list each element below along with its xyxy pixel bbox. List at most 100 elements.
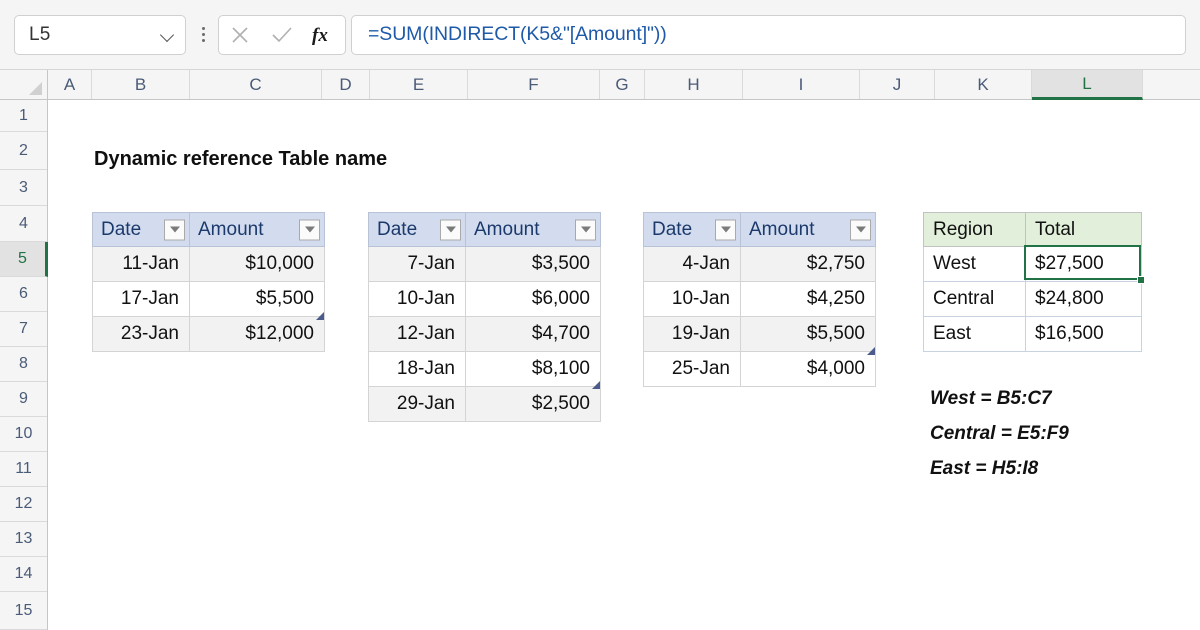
- cell-date[interactable]: 25-Jan: [643, 351, 741, 387]
- table-west-resize-handle[interactable]: [316, 312, 324, 320]
- row-header-3[interactable]: 3: [0, 170, 47, 206]
- cell-amount[interactable]: $2,750: [740, 246, 876, 282]
- column-header-I[interactable]: I: [743, 70, 860, 99]
- filter-dropdown-icon[interactable]: [299, 219, 320, 240]
- filter-dropdown-icon[interactable]: [164, 219, 185, 240]
- cell-date[interactable]: 4-Jan: [643, 246, 741, 282]
- column-header-H[interactable]: H: [645, 70, 743, 99]
- cell-date[interactable]: 12-Jan: [368, 316, 466, 352]
- header-label: Date: [101, 218, 142, 240]
- header-label: Date: [652, 218, 693, 240]
- chevron-down-icon[interactable]: [161, 28, 175, 42]
- summary-row: Central $24,800: [923, 281, 1142, 317]
- cell-amount[interactable]: $8,100: [465, 351, 601, 387]
- header-label: Amount: [749, 218, 815, 240]
- cell-date[interactable]: 10-Jan: [368, 281, 466, 317]
- kebab-menu-icon[interactable]: [192, 15, 214, 55]
- row-header-10[interactable]: 10: [0, 417, 47, 452]
- kebab-dot: [201, 33, 205, 36]
- cell-amount[interactable]: $6,000: [465, 281, 601, 317]
- column-header-J[interactable]: J: [860, 70, 935, 99]
- summary-row: East $16,500: [923, 316, 1142, 352]
- column-header-K[interactable]: K: [935, 70, 1032, 99]
- table-row: 11-Jan $10,000: [92, 246, 325, 282]
- insert-function-icon[interactable]: fx: [307, 18, 341, 52]
- cell-amount[interactable]: $4,250: [740, 281, 876, 317]
- cell-amount[interactable]: $5,500: [740, 316, 876, 352]
- filter-dropdown-icon[interactable]: [575, 219, 596, 240]
- table-east-resize-handle[interactable]: [867, 347, 875, 355]
- cell-date[interactable]: 11-Jan: [92, 246, 190, 282]
- column-header-D[interactable]: D: [322, 70, 370, 99]
- spreadsheet-grid: ABCDEFGHIJKL 1 2 3 4 5 6 7 8 9 10 11 12 13 14 15 Dynam…: [0, 70, 1200, 630]
- cell-amount[interactable]: $10,000: [189, 246, 325, 282]
- sheet-canvas: Dynamic reference Table name Date Amount…: [48, 100, 1200, 630]
- column-header-C[interactable]: C: [190, 70, 322, 99]
- cell-amount[interactable]: $5,500: [189, 281, 325, 317]
- summary-header-total: Total: [1025, 212, 1142, 247]
- cell-region[interactable]: Central: [923, 281, 1026, 317]
- cell-date[interactable]: 29-Jan: [368, 386, 466, 422]
- name-box[interactable]: L5: [14, 14, 186, 55]
- table-central-resize-handle[interactable]: [592, 381, 600, 389]
- note-line: Central = E5:F9: [930, 423, 1069, 444]
- row-header-1[interactable]: 1: [0, 100, 47, 132]
- formula-text: =SUM(INDIRECT(K5&"[Amount]")): [368, 23, 667, 45]
- table-east-body: 4-Jan $2,750 10-Jan $4,250 19-Jan $5,500 25-Ja…: [643, 246, 876, 387]
- table-central-header-date: Date: [368, 212, 466, 247]
- cell-total[interactable]: $24,800: [1025, 281, 1142, 317]
- cell-date[interactable]: 7-Jan: [368, 246, 466, 282]
- column-header-E[interactable]: E: [370, 70, 468, 99]
- cell-total[interactable]: $16,500: [1025, 316, 1142, 352]
- row-header-8[interactable]: 8: [0, 347, 47, 382]
- header-label: Amount: [474, 218, 540, 240]
- summary-table: Region Total West $27,500 Central $24,800 Ea…: [923, 212, 1142, 352]
- table-row: 25-Jan $4,000: [643, 351, 876, 387]
- close-icon[interactable]: [223, 18, 257, 52]
- column-header-B[interactable]: B: [92, 70, 190, 99]
- cell-amount[interactable]: $4,000: [740, 351, 876, 387]
- column-header-L[interactable]: L: [1032, 70, 1143, 100]
- filter-dropdown-icon[interactable]: [850, 219, 871, 240]
- summary-row: West $27,500: [923, 246, 1142, 282]
- row-header-2[interactable]: 2: [0, 132, 47, 170]
- cell-date[interactable]: 17-Jan: [92, 281, 190, 317]
- cell-date[interactable]: 10-Jan: [643, 281, 741, 317]
- cell-date[interactable]: 19-Jan: [643, 316, 741, 352]
- column-header-G[interactable]: G: [600, 70, 645, 99]
- cell-region[interactable]: East: [923, 316, 1026, 352]
- row-header-9[interactable]: 9: [0, 382, 47, 417]
- table-central: Date Amount 7-Jan $3,500 10-Jan $6,000 12-Ja…: [368, 212, 601, 422]
- fill-handle[interactable]: [1137, 276, 1145, 284]
- row-header-12[interactable]: 12: [0, 487, 47, 522]
- cell-amount[interactable]: $12,000: [189, 316, 325, 352]
- row-header-14[interactable]: 14: [0, 557, 47, 592]
- cell-region[interactable]: West: [923, 246, 1026, 282]
- check-icon[interactable]: [265, 18, 299, 52]
- cell-amount[interactable]: $2,500: [465, 386, 601, 422]
- row-header-4[interactable]: 4: [0, 206, 47, 242]
- cell-date[interactable]: 23-Jan: [92, 316, 190, 352]
- filter-dropdown-icon[interactable]: [715, 219, 736, 240]
- cell-date[interactable]: 18-Jan: [368, 351, 466, 387]
- kebab-dot: [201, 27, 205, 30]
- note-line: West = B5:C7: [930, 388, 1052, 409]
- row-header-6[interactable]: 6: [0, 277, 47, 312]
- column-header-A[interactable]: A: [48, 70, 92, 99]
- row-header-7[interactable]: 7: [0, 312, 47, 347]
- row-header-11[interactable]: 11: [0, 452, 47, 487]
- cell-total[interactable]: $27,500: [1025, 246, 1142, 282]
- table-central-header-amount: Amount: [465, 212, 601, 247]
- select-all-corner[interactable]: [0, 70, 48, 99]
- row-header-15[interactable]: 15: [0, 592, 47, 630]
- summary-table-body: West $27,500 Central $24,800 East $16,500: [923, 246, 1142, 352]
- row-header-5[interactable]: 5: [0, 242, 48, 277]
- table-row: 7-Jan $3,500: [368, 246, 601, 282]
- filter-dropdown-icon[interactable]: [440, 219, 461, 240]
- row-header-13[interactable]: 13: [0, 522, 47, 557]
- column-header-F[interactable]: F: [468, 70, 600, 99]
- cell-amount[interactable]: $4,700: [465, 316, 601, 352]
- table-row: 19-Jan $5,500: [643, 316, 876, 352]
- cell-amount[interactable]: $3,500: [465, 246, 601, 282]
- formula-input[interactable]: =SUM(INDIRECT(K5&"[Amount]")): [351, 14, 1186, 55]
